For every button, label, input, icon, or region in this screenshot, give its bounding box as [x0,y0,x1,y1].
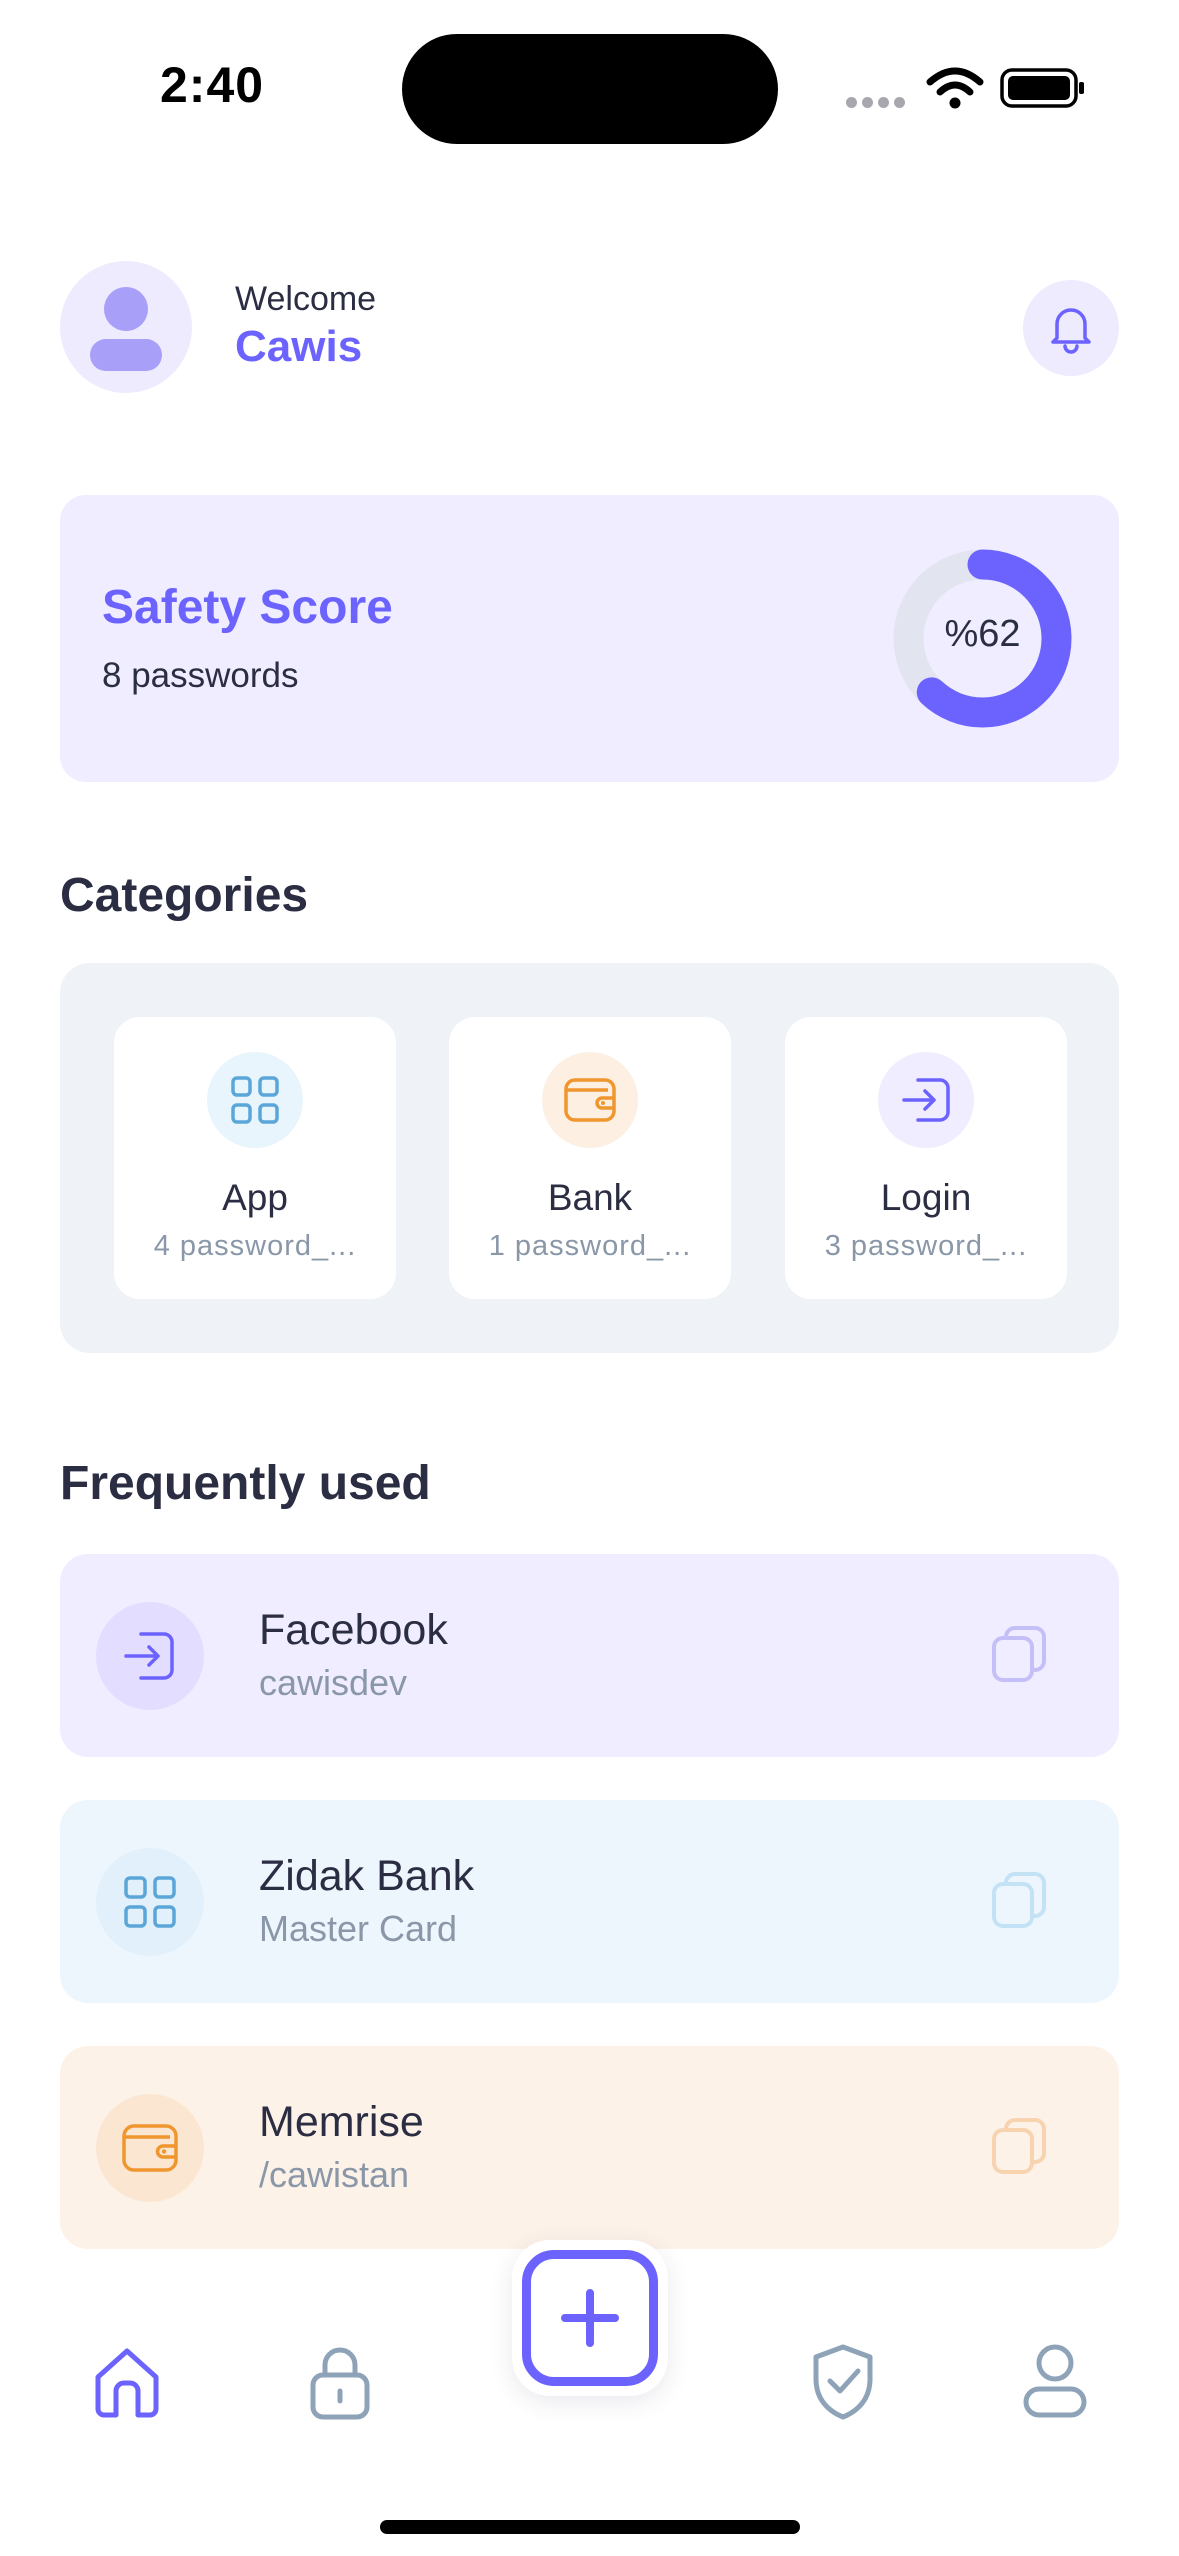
plus-icon [561,2289,619,2347]
status-time: 2:40 [160,57,265,113]
login-icon [902,1078,950,1122]
copy-icon[interactable] [988,2114,1052,2178]
category-name: App [222,1177,288,1218]
lock-icon[interactable] [305,2341,375,2421]
frequently-used-title: Frequently used [60,1457,431,1510]
grid-icon [124,1876,176,1928]
category-count: 4 password_... [153,1230,357,1262]
add-button[interactable] [522,2250,658,2386]
safety-score-value: %62 [944,613,1021,655]
item-name: Zidak Bank [259,1852,475,1900]
battery-icon [1000,68,1084,108]
password-count: 8 passwords [102,656,299,695]
item-username: cawisdev [259,1662,408,1703]
wallet-icon [122,2124,178,2172]
item-name: Facebook [259,1606,448,1654]
dynamic-island [402,34,778,144]
category-bank[interactable]: Bank 1 password_... [449,1017,731,1299]
notifications-button[interactable] [1023,280,1119,376]
home-indicator [380,2520,800,2534]
category-app[interactable]: App 4 password_... [114,1017,396,1299]
category-name: Bank [547,1177,633,1218]
category-login[interactable]: Login 3 password_... [785,1017,1067,1299]
list-item-memrise[interactable]: Memrise /cawistan [60,2046,1119,2249]
avatar[interactable] [60,261,192,393]
welcome-label: Welcome [235,280,377,318]
login-icon [124,1632,174,1680]
user-avatar-icon [90,287,162,371]
category-count: 1 password_... [488,1230,692,1262]
signal-icon [846,95,910,113]
grid-icon [231,1076,279,1124]
shield-icon[interactable] [808,2341,878,2421]
wifi-icon [926,67,984,109]
categories-title: Categories [60,869,309,922]
safety-score-title: Safety Score [102,581,393,634]
bell-icon [1051,308,1091,354]
home-icon[interactable] [92,2341,162,2421]
list-item-facebook[interactable]: Facebook cawisdev [60,1554,1119,1757]
item-name: Memrise [259,2098,424,2146]
item-username: /cawistan [259,2154,410,2195]
profile-icon[interactable] [1020,2341,1090,2421]
username: Cawis [235,322,363,371]
copy-icon[interactable] [988,1868,1052,1932]
copy-icon[interactable] [988,1622,1052,1686]
list-item-zidak-bank[interactable]: Zidak Bank Master Card [60,1800,1119,2003]
category-name: Login [880,1177,972,1218]
wallet-icon [564,1078,616,1122]
item-username: Master Card [259,1908,458,1949]
category-count: 3 password_... [824,1230,1028,1262]
